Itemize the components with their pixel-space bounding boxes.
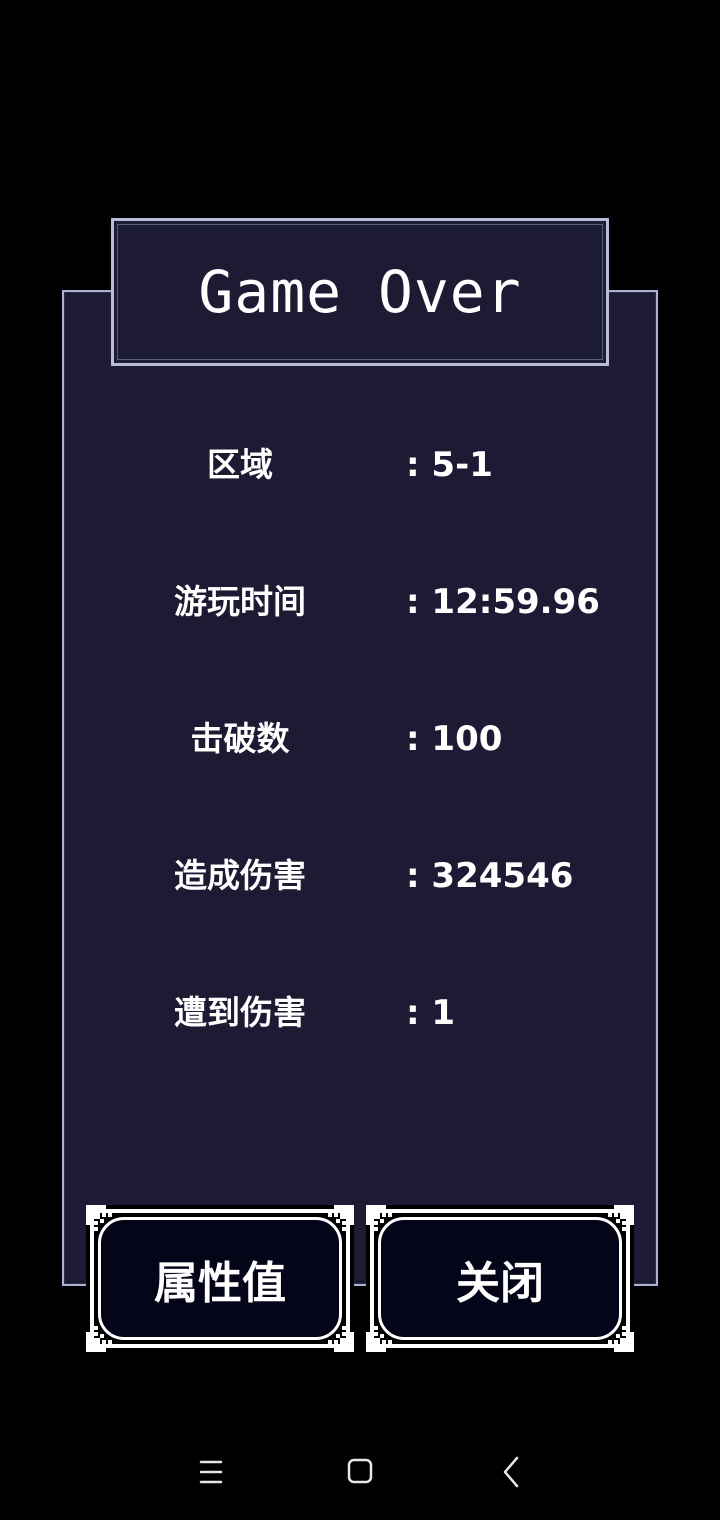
stat-label-area: 区域 <box>207 445 273 484</box>
back-icon[interactable] <box>487 1450 537 1494</box>
dialog-title: Game Over <box>198 258 522 326</box>
stat-label-damage-dealt: 造成伤害 <box>174 856 306 895</box>
system-navigation-bar <box>0 1420 720 1520</box>
attributes-button[interactable]: 属性值 <box>86 1205 354 1352</box>
stat-row-damage-dealt: 造成伤害 : 324546 <box>62 846 658 906</box>
stat-value-play-time: : 12:59.96 <box>406 582 600 622</box>
close-button[interactable]: 关闭 <box>366 1205 634 1352</box>
stat-value-kills: : 100 <box>406 719 503 759</box>
stat-label-play-time: 游玩时间 <box>174 582 306 621</box>
stat-label-damage-taken: 遭到伤害 <box>174 993 306 1032</box>
stat-row-area: 区域 : 5-1 <box>62 435 658 495</box>
menu-icon[interactable] <box>186 1450 236 1494</box>
stat-row-damage-taken: 遭到伤害 : 1 <box>62 983 658 1043</box>
stat-value-damage-dealt: : 324546 <box>406 856 574 896</box>
stat-label-kills: 击破数 <box>190 719 290 758</box>
stat-value-damage-taken: : 1 <box>406 993 456 1033</box>
title-box: Game Over <box>111 218 609 366</box>
attributes-button-label: 属性值 <box>154 1257 286 1309</box>
stat-value-area: : 5-1 <box>406 445 493 485</box>
stat-row-play-time: 游玩时间 : 12:59.96 <box>62 572 658 632</box>
close-button-label: 关闭 <box>456 1257 544 1309</box>
stat-row-kills: 击破数 : 100 <box>62 709 658 769</box>
home-icon[interactable] <box>335 1450 385 1494</box>
